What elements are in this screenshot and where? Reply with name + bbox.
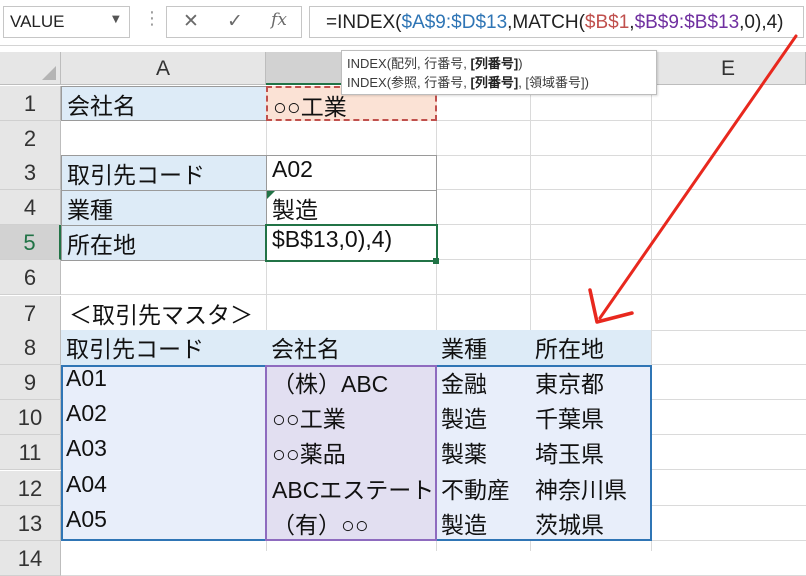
tooltip-line-2: INDEX(参照, 行番号, [列番号], [領域番号]) xyxy=(347,75,589,90)
tooltip-line-1: INDEX(配列, 行番号, [列番号]) xyxy=(347,56,523,71)
function-tooltip: INDEX(配列, 行番号, [列番号]) INDEX(参照, 行番号, [列番… xyxy=(341,50,657,95)
